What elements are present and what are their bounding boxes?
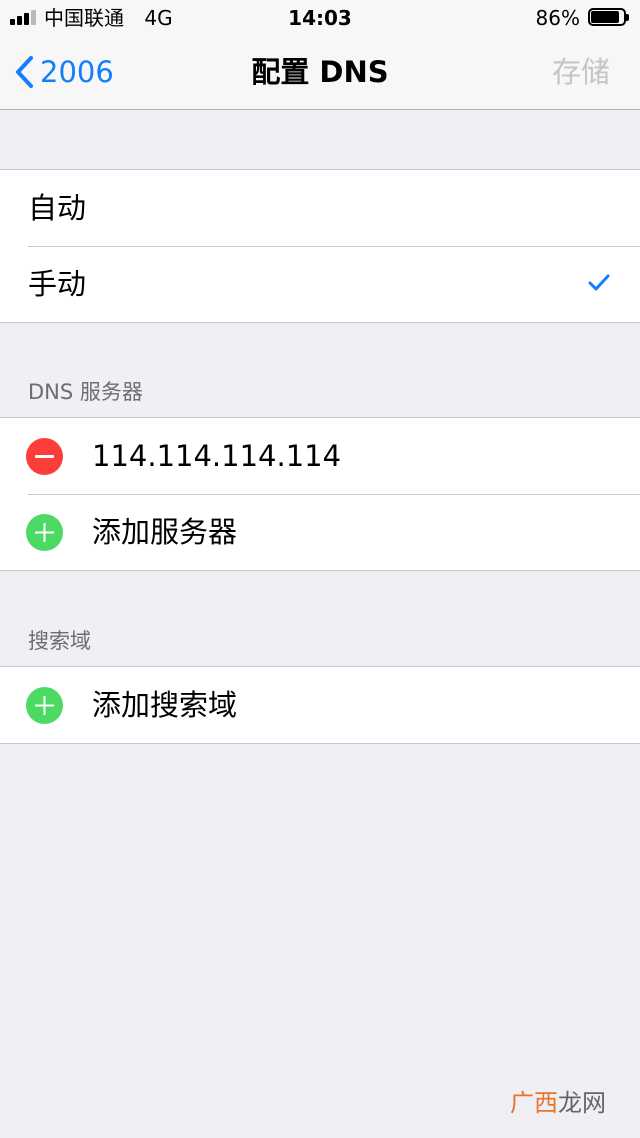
mode-option-label: 自动 <box>28 191 87 225</box>
navigation-bar: 2006 配置 DNS 存储 <box>0 36 640 110</box>
dns-mode-group: 自动 手动 <box>0 169 640 323</box>
battery-icon <box>588 8 629 28</box>
mode-option-manual[interactable]: 手动 <box>0 246 640 322</box>
watermark: 广西龙网 <box>510 1088 606 1118</box>
dns-servers-header: DNS 服务器 <box>28 380 143 404</box>
mode-option-label: 手动 <box>28 267 87 301</box>
search-domains-header: 搜索域 <box>28 629 91 653</box>
dns-server-row: 114.114.114.114 <box>0 418 640 494</box>
battery-percent: 86% <box>535 6 580 30</box>
add-search-domain-label: 添加搜索域 <box>92 688 238 722</box>
watermark-rest: 龙网 <box>558 1089 606 1117</box>
watermark-accent: 广西 <box>510 1089 558 1117</box>
search-domains-group: 添加搜索域 <box>0 666 640 744</box>
plus-circle-icon[interactable] <box>26 687 63 724</box>
add-search-domain-row[interactable]: 添加搜索域 <box>0 667 640 743</box>
add-server-label: 添加服务器 <box>92 515 238 549</box>
page-title: 配置 DNS <box>251 55 389 89</box>
mode-option-auto[interactable]: 自动 <box>0 170 640 246</box>
dns-server-address[interactable]: 114.114.114.114 <box>92 418 341 494</box>
dns-servers-group: 114.114.114.114 添加服务器 <box>0 417 640 571</box>
minus-circle-icon[interactable] <box>26 438 63 475</box>
plus-circle-icon[interactable] <box>26 514 63 551</box>
save-button[interactable]: 存储 <box>552 54 610 90</box>
status-bar: 中国联通 4G 14:03 86% <box>0 0 640 36</box>
checkmark-icon <box>588 274 610 291</box>
add-server-row[interactable]: 添加服务器 <box>0 494 640 570</box>
battery-fill <box>591 11 619 23</box>
